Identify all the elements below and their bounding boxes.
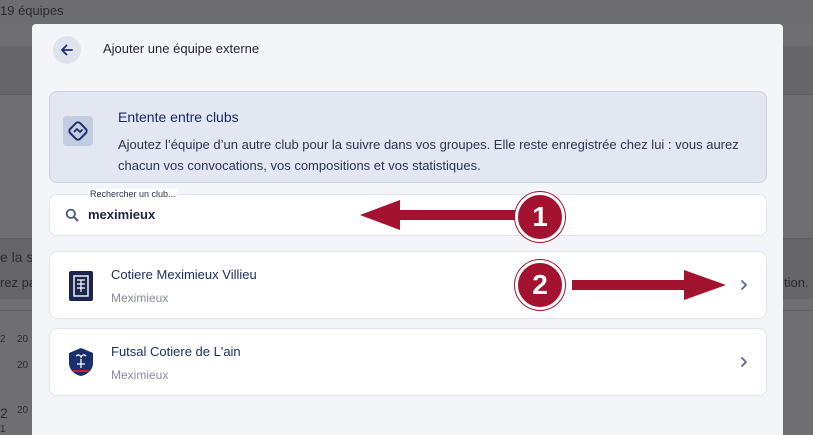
club-city: Meximieux <box>111 368 169 382</box>
club-crest-icon <box>69 271 93 301</box>
club-name: Cotiere Meximieux Villieu <box>111 267 257 282</box>
annotation-arrow-left <box>360 200 516 230</box>
arrow-left-icon <box>61 44 73 56</box>
annotation-badge: 1 <box>515 192 565 242</box>
modal-title: Ajouter une équipe externe <box>103 41 260 56</box>
background-header <box>0 0 813 24</box>
chevron-right-icon <box>741 357 747 367</box>
background-text: tion. <box>784 275 809 290</box>
chevron-right-icon <box>741 280 747 290</box>
info-title: Entente entre clubs <box>118 109 239 125</box>
info-banner: Entente entre clubs Ajoutez l’équipe d’u… <box>49 91 767 183</box>
background-cell: 2 <box>0 405 8 421</box>
annotation-badge: 2 <box>515 260 565 310</box>
background-cell: 20 <box>17 360 29 371</box>
back-button[interactable] <box>53 36 81 64</box>
annotation-arrow-right <box>572 270 726 300</box>
background-cell: 20 <box>17 334 29 345</box>
club-result-item[interactable]: Futsal Cotiere de L'ain Meximieux <box>49 328 767 396</box>
background-text: rez pa <box>0 275 37 290</box>
club-city: Meximieux <box>111 291 169 305</box>
background-text: e la s <box>0 249 34 265</box>
handshake-icon <box>63 116 93 146</box>
club-name: Futsal Cotiere de L'ain <box>111 344 241 359</box>
search-icon <box>65 208 79 222</box>
team-count: 19 équipes <box>0 3 64 18</box>
background-cell: 20 <box>17 405 29 416</box>
info-description: Ajoutez l’équipe d’un autre club pour la… <box>118 137 739 173</box>
club-crest-icon <box>69 348 93 376</box>
background-cell: 1 <box>0 424 6 435</box>
search-label: Rechercher un club... <box>88 189 178 199</box>
background-cell: 2 <box>0 334 6 345</box>
